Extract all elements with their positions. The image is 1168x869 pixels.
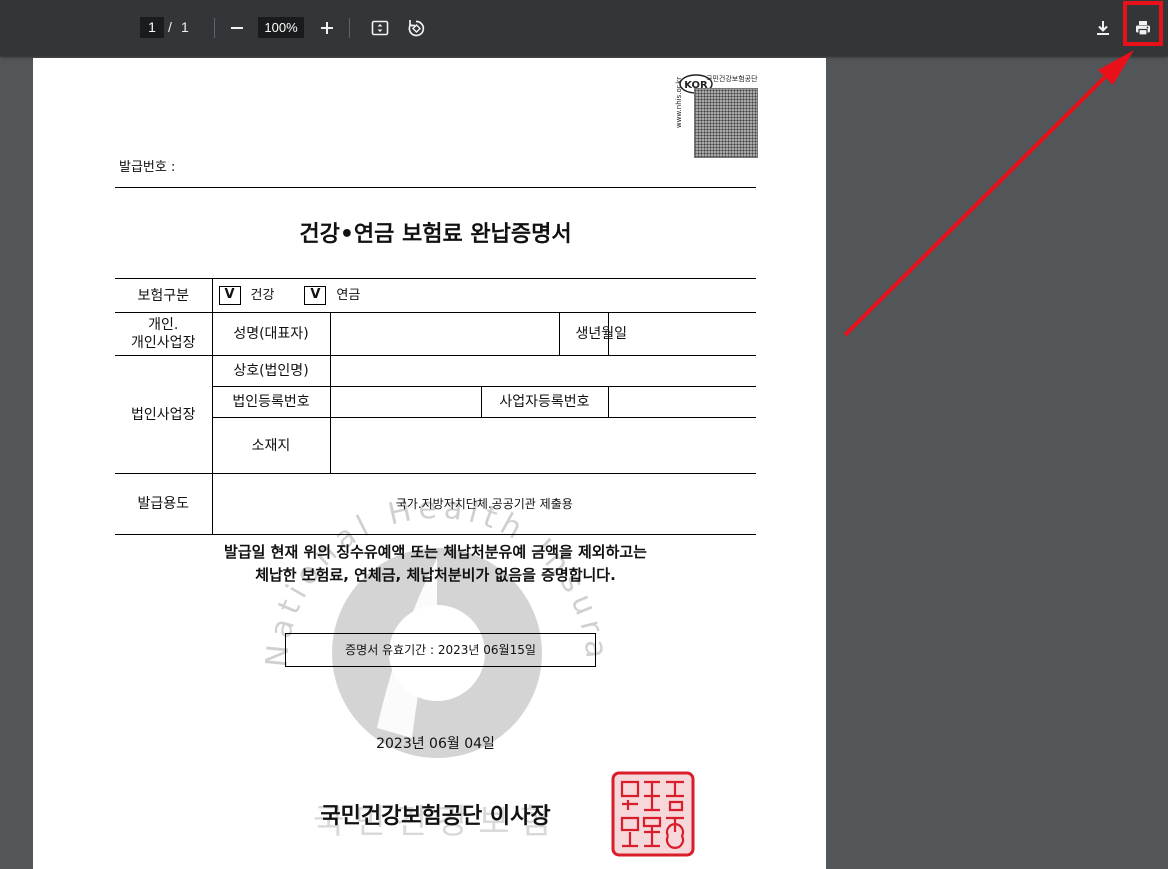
issue-number-label: 발급번호 :: [119, 160, 176, 175]
health-checkbox: V: [218, 286, 241, 305]
corporate-label: 법인사업장: [115, 355, 212, 474]
biz-reg-value: [607, 386, 757, 418]
biz-reg-label: 사업자등록번호: [480, 386, 608, 418]
name-label: 성명(대표자): [211, 312, 330, 356]
insurance-type-options: V 건강 V 연금: [211, 278, 757, 313]
certificate-table: 보험구분 V 건강 V 연금 개인. 개인사업장 성명(대표자) 생년월일 법인사업장…: [115, 278, 757, 535]
issue-date: 2023년 06월 04일: [376, 736, 495, 752]
statement-line-1: 발급일 현재 위의 징수유예액 또는 체납처분유예 금액을 제외하고는: [224, 543, 647, 561]
fit-page-icon: [371, 20, 389, 36]
purpose-label: 발급용도: [115, 473, 212, 535]
zoom-in-button[interactable]: [311, 12, 343, 44]
certification-statement: 발급일 현재 위의 징수유예액 또는 체납처분유예 금액을 제외하고는 체납한 …: [115, 541, 756, 587]
pdf-page: National Health Insurance Service 국민건강보험…: [33, 58, 826, 869]
zoom-out-icon: [231, 27, 243, 29]
toolbar-divider: [349, 18, 350, 38]
birth-label: 생년월일: [558, 313, 659, 355]
official-seal: [611, 771, 695, 857]
page-separator: /: [168, 19, 172, 35]
name-birth-cell: 생년월일: [329, 312, 627, 356]
pension-label: 연금: [336, 287, 361, 303]
corp-reg-label: 법인등록번호: [211, 386, 330, 418]
qr-code: [694, 88, 758, 158]
company-label: 상호(법인명): [211, 355, 330, 387]
agency-small-name: 국민건강보험공단: [706, 75, 758, 83]
address-label: 소재지: [211, 417, 330, 474]
pension-checkbox: V: [304, 286, 327, 305]
document-title: 건강•연금 보험료 완납증명서: [299, 222, 572, 247]
purpose-value: 국가.지방자치단체.공공기관 제출용: [211, 473, 757, 535]
download-icon: [1097, 21, 1109, 35]
address-value: [329, 417, 757, 474]
total-pages: 1: [181, 19, 189, 35]
zoom-in-icon: [321, 22, 333, 34]
divider-line: [115, 187, 756, 188]
rotate-button[interactable]: [400, 12, 432, 44]
statement-line-2: 체납한 보험료, 연체금, 체납처분비가 없음을 증명합니다.: [255, 566, 616, 584]
fit-page-button[interactable]: [364, 12, 396, 44]
validity-period: 증명서 유효기간 : 2023년 06월15일: [285, 633, 596, 667]
corp-reg-value: [329, 386, 481, 418]
health-label: 건강: [250, 287, 275, 303]
print-button-highlight: [1123, 1, 1163, 46]
toolbar-divider: [214, 18, 215, 38]
current-page-input[interactable]: 1: [140, 17, 164, 38]
insurance-type-label: 보험구분: [115, 278, 212, 313]
company-value: [329, 355, 757, 387]
zoom-out-button[interactable]: [221, 12, 253, 44]
zoom-level-input[interactable]: 100%: [258, 17, 304, 38]
nhis-url: www.nhis.or.kr: [675, 76, 683, 128]
download-button[interactable]: [1087, 12, 1119, 44]
pdf-toolbar: 1 / 1 100%: [0, 0, 1168, 56]
rotate-icon: [408, 20, 425, 37]
individual-label: 개인. 개인사업장: [115, 312, 212, 356]
